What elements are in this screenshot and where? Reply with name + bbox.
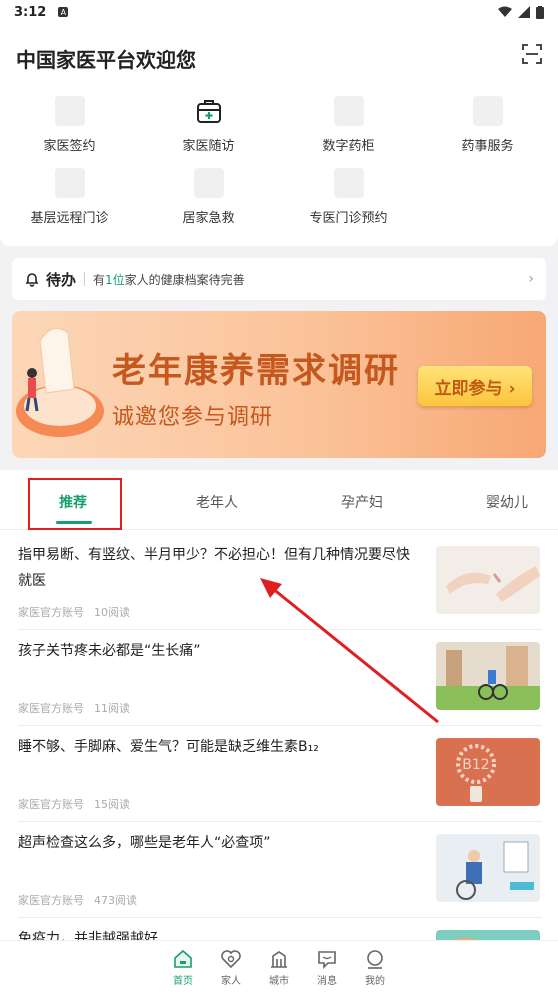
city-icon <box>271 951 287 968</box>
survey-banner[interactable]: 老年康养需求调研 诚邀您参与调研 立即参与 › <box>12 311 546 458</box>
article-item[interactable]: 超声检查这么多，哪些是老年人“必查项” 家医官方账号 473阅读 <box>18 822 542 918</box>
article-item[interactable]: 孩子关节疼未必都是“生长痛” 家医官方账号 11阅读 <box>18 630 542 726</box>
article-item[interactable]: 指甲易断、有竖纹、半月甲少？不必担心！但有几种情况要尽快就医 家医官方账号 10阅… <box>18 534 542 630</box>
article-reads: 15阅读 <box>94 798 130 811</box>
battery-icon <box>536 5 544 19</box>
article-title: 免疫力，并非越强越好 <box>18 931 158 940</box>
signal-icon <box>518 6 530 18</box>
article-title: 孩子关节疼未必都是“生长痛” <box>18 643 201 659</box>
article-title: 超声检查这么多，哪些是老年人“必查项” <box>18 835 271 851</box>
nav-messages[interactable]: 消息 <box>307 949 347 987</box>
article-title: 睡不够、手脚麻、爱生气？可能是缺乏维生素B₁₂ <box>18 739 319 755</box>
join-survey-button[interactable]: 立即参与 › <box>418 366 532 406</box>
placeholder-icon <box>472 96 503 126</box>
article-feed: 指甲易断、有竖纹、半月甲少？不必担心！但有几种情况要尽快就医 家医官方账号 10阅… <box>0 530 558 940</box>
profile-icon <box>367 950 383 969</box>
status-bar: 3:12 A <box>0 0 558 24</box>
nav-family[interactable]: 家人 <box>211 949 251 987</box>
placeholder-icon <box>54 168 85 198</box>
service-specialist-booking[interactable]: 专医门诊预约 <box>279 168 418 226</box>
article-item[interactable]: 睡不够、手脚麻、爱生气？可能是缺乏维生素B₁₂ 家医官方账号 15阅读 B12 <box>18 726 542 822</box>
service-remote-clinic[interactable]: 基层远程门诊 <box>0 168 139 226</box>
placeholder-icon <box>333 96 364 126</box>
family-icon <box>221 950 241 969</box>
bell-icon <box>25 273 39 287</box>
article-source: 家医官方账号 <box>18 894 84 907</box>
article-thumbnail <box>436 642 540 710</box>
page-title: 中国家医平台欢迎您 <box>16 48 196 72</box>
article-reads: 11阅读 <box>94 702 130 715</box>
home-icon <box>174 949 192 968</box>
service-pharmacy[interactable]: 药事服务 <box>418 96 557 154</box>
todo-title: 待办 <box>46 270 77 289</box>
article-source: 家医官方账号 <box>18 606 84 619</box>
service-follow-up[interactable]: 家医随访 <box>139 96 278 154</box>
article-reads: 473阅读 <box>94 894 137 907</box>
medical-kit-icon <box>194 96 224 126</box>
tab-infant[interactable]: 婴幼儿 <box>467 492 547 512</box>
status-time: 3:12 <box>14 4 47 20</box>
service-family-doctor-signup[interactable]: 家医签约 <box>0 96 139 154</box>
notification-icon: A <box>58 7 69 17</box>
tab-maternal[interactable]: 孕产妇 <box>322 492 402 512</box>
scan-icon[interactable] <box>522 44 542 64</box>
article-thumbnail <box>436 930 540 940</box>
nav-profile[interactable]: 我的 <box>355 949 395 987</box>
banner-illustration <box>16 328 104 437</box>
nav-home[interactable]: 首页 <box>163 949 203 987</box>
article-thumbnail <box>436 546 540 614</box>
service-digital-cabinet[interactable]: 数字药柜 <box>279 96 418 154</box>
message-icon <box>318 951 336 969</box>
placeholder-icon <box>193 168 224 198</box>
todo-message: 有1位家人的健康档案待完善 <box>93 272 245 287</box>
article-source: 家医官方账号 <box>18 798 84 811</box>
todo-bar[interactable]: 待办 有1位家人的健康档案待完善 › <box>12 258 546 300</box>
service-home-first-aid[interactable]: 居家急救 <box>139 168 278 226</box>
top-card: 中国家医平台欢迎您 家医签约 家医随访 数字药柜 药事服务 基层远程门诊 居家急… <box>0 24 558 246</box>
article-reads: 10阅读 <box>94 606 130 619</box>
nav-city[interactable]: 城市 <box>259 949 299 987</box>
bottom-nav: 首页 家人 城市 消息 我的 <box>0 940 558 992</box>
placeholder-icon <box>54 96 85 126</box>
banner-title: 老年康养需求调研 <box>112 351 400 391</box>
wifi-icon <box>498 6 512 17</box>
b12-label: B12 <box>462 757 489 773</box>
tab-elderly[interactable]: 老年人 <box>177 492 257 512</box>
highlight-box <box>28 478 122 530</box>
todo-count: 1位 <box>105 272 125 287</box>
banner-subtitle: 诚邀您参与调研 <box>112 405 274 430</box>
category-tabs: 推荐 老年人 孕产妇 婴幼儿 <box>0 470 558 530</box>
article-title: 指甲易断、有竖纹、半月甲少？不必担心！但有几种情况要尽快就医 <box>18 547 410 589</box>
article-thumbnail <box>436 834 540 902</box>
article-source: 家医官方账号 <box>18 702 84 715</box>
article-thumbnail: B12 <box>436 738 540 806</box>
article-item[interactable]: 免疫力，并非越强越好 <box>18 918 542 940</box>
chevron-right-icon: › <box>528 271 534 287</box>
placeholder-icon <box>333 168 364 198</box>
